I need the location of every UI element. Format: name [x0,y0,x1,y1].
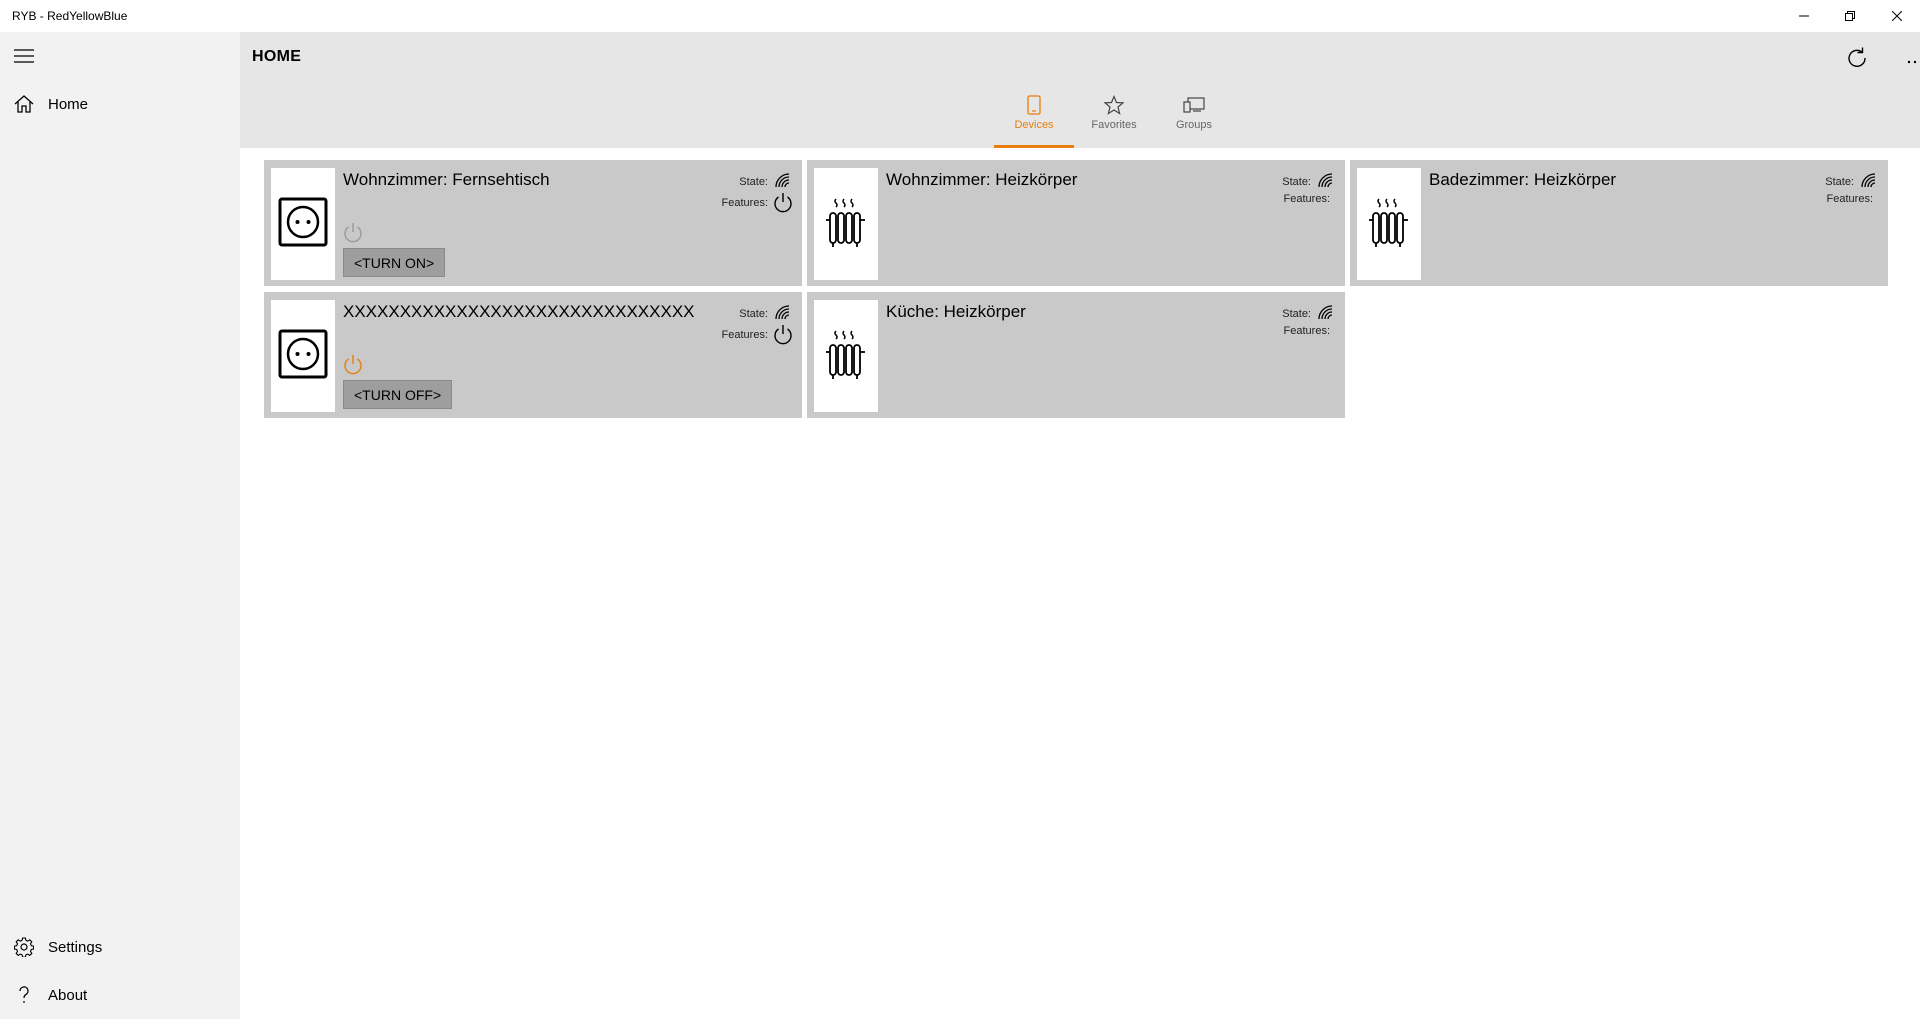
socket-icon [278,197,328,252]
device-name: Wohnzimmer: Heizkörper [886,170,1078,189]
radiator-icon [824,328,868,385]
more-icon [1907,51,1920,69]
window-title: RYB - RedYellowBlue [12,9,128,23]
gear-icon [12,935,36,959]
sidebar-item-label: Settings [48,938,103,956]
page-title: HOME [252,48,302,65]
device-grid: Wohnzimmer: Fernsehtisch State: Features… [240,148,1920,1019]
features-label: Features: [721,329,768,341]
more-button[interactable] [1895,40,1920,80]
power-state-icon [342,354,364,376]
tab-devices[interactable]: Devices [994,88,1074,148]
devices-icon [1183,94,1205,116]
restore-icon [1845,11,1855,21]
home-icon [12,92,36,116]
signal-icon [774,172,792,188]
close-icon [1892,11,1902,21]
tab-bar: Devices Favorites Groups [240,88,1920,148]
device-name: Badezimmer: Heizkörper [1429,170,1617,189]
radiator-icon [1367,196,1411,253]
sidebar-item-label: About [48,986,88,1004]
state-label: State: [739,176,768,188]
sidebar-item-label: Home [48,95,89,113]
device-card[interactable]: Wohnzimmer: Fernsehtisch State: Features… [264,160,802,286]
sidebar-item-home[interactable]: Home [0,82,240,126]
tab-label: Favorites [1091,119,1137,131]
state-label: State: [739,308,768,320]
device-card[interactable]: Wohnzimmer: Heizkörper State: Features: [807,160,1345,286]
device-thumbnail [1357,168,1421,280]
restore-button[interactable] [1827,0,1873,32]
device-name: Küche: Heizkörper [886,302,1026,321]
refresh-button[interactable] [1837,40,1877,80]
turn-off-button[interactable]: <TURN OFF> [343,380,453,409]
device-card[interactable]: Badezimmer: Heizkörper State: Features: [1350,160,1888,286]
state-label: State: [1282,308,1311,320]
device-thumbnail [814,300,878,412]
socket-icon [278,329,328,384]
minimize-button[interactable] [1781,0,1827,32]
power-feature-icon [772,192,794,214]
features-label: Features: [1283,193,1330,205]
radiator-icon [824,196,868,253]
device-name: XXXXXXXXXXXXXXXXXXXXXXXXXXXXXXX [343,302,695,321]
signal-icon [774,304,792,320]
hamburger-menu-button[interactable] [12,46,36,70]
power-state-icon [342,222,364,244]
header: HOME Devices Favorites Groups [240,32,1920,148]
sidebar-item-about[interactable]: About [0,973,240,1017]
signal-icon [1860,172,1878,188]
minimize-icon [1799,11,1809,21]
question-icon [12,983,36,1007]
tab-groups[interactable]: Groups [1154,88,1234,148]
signal-icon [1317,172,1335,188]
sidebar-item-settings[interactable]: Settings [0,925,240,969]
star-icon [1104,94,1124,116]
tab-favorites[interactable]: Favorites [1074,88,1154,148]
device-name: Wohnzimmer: Fernsehtisch [343,170,550,189]
sidebar: Home Settings About [0,32,240,1019]
device-thumbnail [814,168,878,280]
close-button[interactable] [1874,0,1920,32]
hamburger-icon [14,48,34,68]
features-label: Features: [1283,325,1330,337]
tab-label: Devices [1014,119,1054,131]
device-card[interactable]: XXXXXXXXXXXXXXXXXXXXXXXXXXXXXXX State: F… [264,292,802,418]
state-label: State: [1825,176,1854,188]
tab-label: Groups [1175,119,1213,131]
device-thumbnail [271,168,335,280]
refresh-icon [1846,47,1868,74]
features-label: Features: [721,197,768,209]
title-bar: RYB - RedYellowBlue [0,0,1920,32]
features-label: Features: [1826,193,1873,205]
turn-on-button[interactable]: <TURN ON> [343,248,446,277]
phone-icon [1027,94,1041,116]
device-thumbnail [271,300,335,412]
state-label: State: [1282,176,1311,188]
device-card[interactable]: Küche: Heizkörper State: Features: [807,292,1345,418]
signal-icon [1317,304,1335,320]
power-feature-icon [772,324,794,346]
